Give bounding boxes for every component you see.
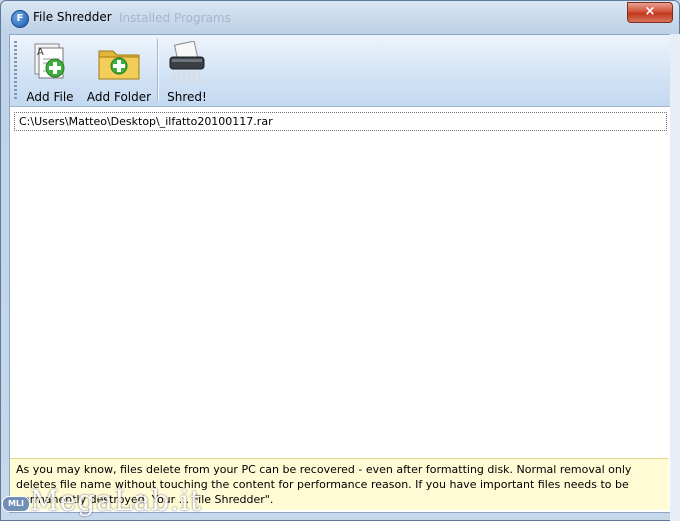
list-item[interactable]: C:\Users\Matteo\Desktop\_ilfatto20100117…: [14, 112, 667, 131]
title-bar[interactable]: F File Shredder Installed Programs ×: [1, 1, 679, 35]
add-file-icon: A: [27, 41, 73, 85]
shredder-icon: [164, 40, 210, 85]
add-folder-label: Add Folder: [86, 90, 152, 104]
toolbar-grip[interactable]: [14, 41, 17, 101]
toolbar-separator: [157, 39, 158, 101]
file-list[interactable]: C:\Users\Matteo\Desktop\_ilfatto20100117…: [10, 107, 671, 457]
toolbar: A Add File Add Folder Shred!: [10, 35, 671, 107]
add-folder-button[interactable]: Add Folder: [86, 39, 152, 104]
background-window-title: Installed Programs: [119, 11, 231, 25]
client-area: A Add File Add Folder Shred! C:\Users\Ma…: [9, 34, 672, 513]
background-window-edge: [670, 34, 680, 521]
watermark: MLI MegaLab.it: [2, 482, 242, 518]
app-icon[interactable]: F: [11, 10, 29, 28]
add-folder-icon: [96, 41, 142, 85]
window-title: File Shredder: [33, 10, 112, 24]
close-button[interactable]: ×: [627, 2, 673, 23]
file-shredder-window: F File Shredder Installed Programs × A A…: [0, 0, 680, 521]
add-file-label: Add File: [26, 90, 74, 104]
add-file-button[interactable]: A Add File: [20, 39, 80, 104]
shred-label: Shred!: [167, 90, 207, 104]
watermark-text: MegaLab.it: [30, 484, 203, 517]
watermark-badge: MLI: [2, 496, 30, 512]
shred-button[interactable]: Shred!: [162, 39, 212, 104]
svg-text:A: A: [37, 47, 44, 58]
